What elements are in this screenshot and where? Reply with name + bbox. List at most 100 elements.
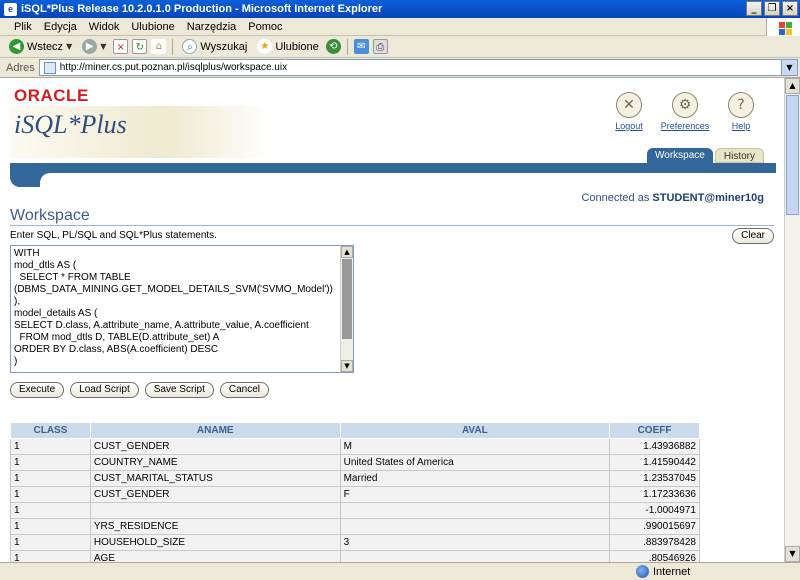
cell-aval: Married bbox=[339, 470, 611, 487]
address-url[interactable]: http://miner.cs.put.poznan.pl/isqlplus/w… bbox=[60, 62, 287, 73]
oracle-logo: ORACLE bbox=[14, 86, 89, 105]
preferences-link[interactable]: ⚙ Preferences bbox=[661, 92, 710, 131]
menu-tools[interactable]: Narzędzia bbox=[181, 21, 243, 33]
page-icon bbox=[43, 61, 56, 74]
menu-file[interactable]: Plik bbox=[8, 21, 38, 33]
scroll-down-icon[interactable]: ▼ bbox=[785, 546, 800, 562]
preferences-label[interactable]: Preferences bbox=[661, 121, 710, 131]
connected-prefix: Connected as bbox=[581, 192, 650, 204]
cell-class: 1 bbox=[10, 550, 91, 562]
address-label: Adres bbox=[6, 61, 35, 74]
logout-icon[interactable]: ✕ bbox=[616, 92, 642, 118]
table-row: 1 CUST_GENDER M 1.43936882 bbox=[10, 438, 700, 455]
execute-button[interactable]: Execute bbox=[10, 382, 65, 398]
print-icon[interactable]: ⎙ bbox=[372, 39, 388, 54]
logout-label[interactable]: Logout bbox=[615, 121, 643, 131]
menu-bar: Plik Edycja Widok Ulubione Narzędzia Pom… bbox=[0, 18, 800, 36]
favorites-label: Ulubione bbox=[275, 40, 319, 53]
cell-coeff: 1.43936882 bbox=[609, 438, 700, 455]
sql-editor[interactable]: WITH mod_dtls AS ( SELECT * FROM TABLE (… bbox=[10, 245, 354, 373]
history-icon[interactable]: ⟲ bbox=[325, 39, 341, 54]
ie-app-icon: e bbox=[4, 2, 17, 16]
restore-button[interactable]: ❐ bbox=[764, 1, 780, 16]
toolbar-separator bbox=[346, 38, 348, 55]
tab-workspace[interactable]: Workspace bbox=[647, 148, 713, 163]
star-icon: ★ bbox=[257, 39, 273, 54]
help-label[interactable]: Help bbox=[732, 121, 751, 131]
cell-class: 1 bbox=[10, 502, 91, 519]
back-button[interactable]: ◀ Wstecz ▼ bbox=[6, 39, 75, 54]
cell-coeff: 1.17233636 bbox=[609, 486, 700, 503]
search-icon: ⌕ bbox=[182, 39, 198, 54]
save-script-button[interactable]: Save Script bbox=[144, 382, 214, 398]
tab-bar: Workspace History bbox=[647, 148, 764, 163]
cell-class: 1 bbox=[10, 454, 91, 471]
address-input[interactable]: http://miner.cs.put.poznan.pl/isqlplus/w… bbox=[38, 59, 798, 76]
cell-class: 1 bbox=[10, 486, 91, 503]
cell-aval bbox=[339, 518, 611, 535]
table-row: 1 AGE .80546926 bbox=[10, 550, 700, 562]
menu-view[interactable]: Widok bbox=[83, 21, 126, 33]
forward-button[interactable]: ▶ ▼ bbox=[79, 39, 109, 54]
search-label: Wyszukaj bbox=[200, 40, 248, 53]
column-header-coeff: COEFF bbox=[609, 422, 700, 439]
table-row: 1 CUST_GENDER F 1.17233636 bbox=[10, 486, 700, 503]
scroll-up-icon[interactable]: ▲ bbox=[785, 78, 800, 94]
help-link[interactable]: ? Help bbox=[718, 92, 764, 131]
tab-history[interactable]: History bbox=[714, 148, 764, 163]
window-titlebar: e iSQL*Plus Release 10.2.0.1.0 Productio… bbox=[0, 0, 800, 18]
table-row: 1 HOUSEHOLD_SIZE 3 .883978428 bbox=[10, 534, 700, 551]
scroll-thumb[interactable] bbox=[342, 259, 352, 339]
results-table: CLASS ANAME AVAL COEFF 1 CUST_GENDER M 1… bbox=[10, 422, 700, 562]
close-button[interactable]: × bbox=[782, 1, 798, 16]
search-button[interactable]: ⌕ Wyszukaj bbox=[179, 39, 250, 54]
favorites-button[interactable]: ★ Ulubione bbox=[254, 39, 321, 54]
clear-button[interactable]: Clear bbox=[732, 228, 774, 244]
menu-favorites[interactable]: Ulubione bbox=[125, 21, 180, 33]
sql-editor-scrollbar[interactable]: ▲ ▼ bbox=[340, 246, 353, 372]
cell-coeff: .883978428 bbox=[609, 534, 700, 551]
table-header-row: CLASS ANAME AVAL COEFF bbox=[10, 422, 700, 439]
table-row: 1 CUST_MARITAL_STATUS Married 1.23537045 bbox=[10, 470, 700, 487]
cell-aname: COUNTRY_NAME bbox=[89, 454, 341, 471]
cell-coeff: .80546926 bbox=[609, 550, 700, 562]
cell-aval bbox=[339, 550, 611, 562]
cell-aval: 3 bbox=[339, 534, 611, 551]
home-icon[interactable]: ⌂ bbox=[151, 39, 167, 54]
load-script-button[interactable]: Load Script bbox=[70, 382, 139, 398]
preferences-icon[interactable]: ⚙ bbox=[672, 92, 698, 118]
globe-icon bbox=[636, 565, 649, 578]
refresh-icon[interactable]: ↻ bbox=[132, 39, 148, 54]
chevron-down-icon[interactable]: ▼ bbox=[100, 42, 106, 51]
status-bar: Internet bbox=[0, 562, 800, 580]
toolbar-separator bbox=[172, 38, 174, 55]
cell-aname: AGE bbox=[89, 550, 341, 562]
scroll-thumb[interactable] bbox=[786, 95, 799, 215]
windows-logo-icon bbox=[766, 18, 800, 36]
mail-icon[interactable]: ✉ bbox=[353, 39, 369, 54]
zone-label: Internet bbox=[653, 565, 691, 578]
cell-aname bbox=[89, 502, 341, 519]
chevron-down-icon[interactable]: ▼ bbox=[781, 60, 797, 75]
logout-link[interactable]: ✕ Logout bbox=[606, 92, 652, 131]
cell-aname: CUST_GENDER bbox=[89, 486, 341, 503]
window-controls: _ ❐ × bbox=[746, 1, 798, 16]
scroll-down-icon[interactable]: ▼ bbox=[341, 360, 353, 372]
page-scrollbar[interactable]: ▲ ▼ bbox=[784, 78, 800, 562]
menu-help[interactable]: Pomoc bbox=[242, 21, 288, 33]
product-banner: iSQL*Plus bbox=[10, 106, 270, 158]
help-icon[interactable]: ? bbox=[728, 92, 754, 118]
chevron-down-icon[interactable]: ▼ bbox=[66, 42, 72, 51]
minimize-button[interactable]: _ bbox=[746, 1, 762, 16]
cell-aname: CUST_MARITAL_STATUS bbox=[89, 470, 341, 487]
menu-edit[interactable]: Edycja bbox=[38, 21, 83, 33]
scroll-up-icon[interactable]: ▲ bbox=[341, 246, 353, 258]
table-row: 1 -1.0004971 bbox=[10, 502, 700, 519]
cancel-button[interactable]: Cancel bbox=[219, 382, 270, 398]
cell-coeff: 1.41590442 bbox=[609, 454, 700, 471]
cell-coeff: -1.0004971 bbox=[609, 502, 700, 519]
sql-text[interactable]: WITH mod_dtls AS ( SELECT * FROM TABLE (… bbox=[11, 246, 353, 370]
cell-class: 1 bbox=[10, 438, 91, 455]
stop-icon[interactable]: × bbox=[113, 39, 129, 54]
cell-aname: CUST_GENDER bbox=[89, 438, 341, 455]
